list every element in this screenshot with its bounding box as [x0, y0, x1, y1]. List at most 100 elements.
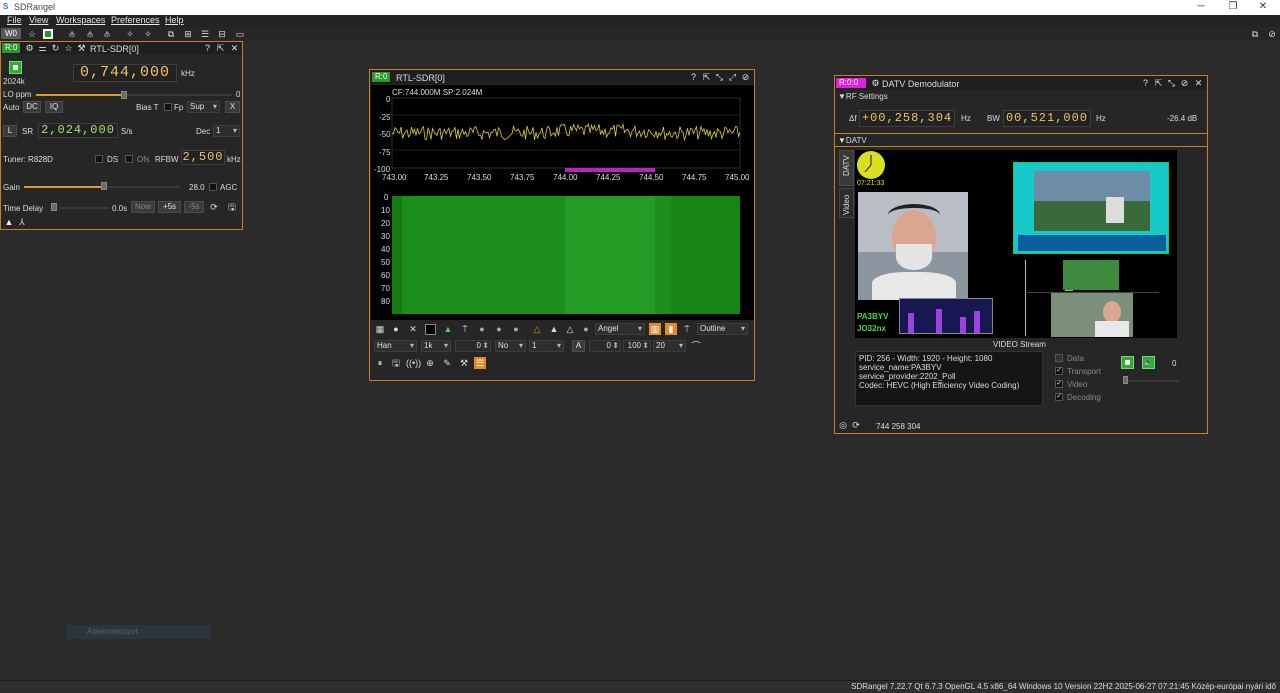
datv-section[interactable]: ▼DATV	[838, 136, 867, 145]
help-icon[interactable]: ?	[688, 71, 699, 83]
hide-icon[interactable]: ⊘	[1266, 28, 1278, 40]
tile-icon[interactable]: ⊞	[182, 28, 194, 40]
menu-preferences[interactable]: Preferences	[111, 15, 160, 25]
refresh-icon[interactable]: ⟳	[850, 419, 862, 431]
spectrum-plot[interactable]	[371, 85, 754, 320]
rf-settings-section[interactable]: ▼RF Settings	[838, 92, 888, 101]
sliders-icon[interactable]: ⚌	[37, 42, 48, 54]
overlap-spinbox[interactable]: 0	[455, 340, 491, 352]
device-select-icon[interactable]: ⅄	[16, 216, 28, 228]
pause-icon[interactable]: ⏸	[374, 357, 386, 369]
l-button[interactable]: L	[3, 125, 17, 137]
shrink-icon[interactable]: ⤡	[1166, 77, 1177, 89]
time-delay-knob[interactable]	[51, 203, 57, 211]
fps-select[interactable]: 20	[653, 340, 686, 352]
dock-icon[interactable]: ⧉	[1249, 28, 1261, 40]
save-icon[interactable]: 🖫	[390, 357, 402, 369]
menu-icon[interactable]: ☰	[474, 357, 486, 369]
help-icon[interactable]: ?	[1140, 77, 1151, 89]
device-icon[interactable]: ⚒	[76, 42, 87, 54]
add-rx-device-icon[interactable]: ⫛	[66, 28, 78, 40]
add-tx-device-icon[interactable]: ⫛	[84, 28, 96, 40]
tools-icon[interactable]: ⚒	[458, 357, 470, 369]
close-icon[interactable]: ✕	[229, 42, 240, 54]
dock-icon[interactable]: ⇱	[215, 42, 226, 54]
volume-knob[interactable]	[1123, 376, 1128, 384]
lo-ppm-knob[interactable]	[121, 91, 127, 99]
restore-button[interactable]: ❐	[1218, 0, 1248, 15]
window-select[interactable]: Han	[374, 340, 417, 352]
ds-checkbox[interactable]	[95, 155, 103, 163]
dot-icon[interactable]: ●	[493, 323, 505, 335]
gear-icon[interactable]: ⚙	[870, 77, 881, 89]
video-frame[interactable]: 07:21:33 PA3BYV JO32nx	[855, 150, 1177, 338]
color-swatch[interactable]	[425, 324, 436, 335]
gear-icon[interactable]: ⚙	[24, 42, 35, 54]
sup-select[interactable]: Sup	[187, 101, 220, 113]
plus-5s-button[interactable]: +5s	[158, 201, 181, 213]
menu-help[interactable]: Help	[165, 15, 184, 25]
rfbw-display[interactable]: 2,500	[181, 150, 225, 165]
bias-t-checkbox[interactable]	[164, 103, 172, 111]
device-badge[interactable]: R:0	[2, 43, 21, 53]
range-spinbox[interactable]: 100	[623, 340, 651, 352]
start-stop-icon[interactable]	[43, 29, 53, 39]
minus-5s-button[interactable]: -5s	[184, 201, 204, 213]
hide-icon[interactable]: ⊘	[740, 71, 751, 83]
add-feature-icon[interactable]: ✧	[124, 28, 136, 40]
star-icon[interactable]: ☆	[63, 42, 74, 54]
add-mimo-device-icon[interactable]: ⫛	[101, 28, 113, 40]
tab-video[interactable]: Video	[839, 188, 854, 218]
dot-icon[interactable]: ●	[476, 323, 488, 335]
ref-level-spinbox[interactable]: 0	[589, 340, 621, 352]
dock-icon[interactable]: ⇱	[1153, 77, 1164, 89]
ruler-icon[interactable]: ✎	[441, 357, 453, 369]
feature-presets-icon[interactable]: ✧	[142, 28, 154, 40]
menu-view[interactable]: View	[29, 15, 48, 25]
bandwidth-display[interactable]: 00,521,000	[1003, 110, 1091, 127]
dot-icon[interactable]: ●	[580, 323, 592, 335]
help-icon[interactable]: ?	[202, 42, 213, 54]
star-icon[interactable]: ☆	[26, 28, 38, 40]
grid-icon[interactable]: ▦	[374, 323, 386, 335]
sample-rate-display[interactable]: 2,024,000	[38, 123, 118, 138]
play-video-button[interactable]	[1121, 356, 1134, 369]
dc-button[interactable]: DC	[23, 101, 41, 113]
waterfall-toggle-icon[interactable]: ▥	[649, 323, 661, 335]
lock-icon[interactable]: ◎	[837, 419, 849, 431]
average-icon[interactable]: ▲	[548, 323, 560, 335]
spectrum-display[interactable]: CF:744.000M SP:2.024M 0 -25 -50 -75 -100…	[371, 85, 754, 320]
sync-icon[interactable]: ⟳	[208, 201, 220, 213]
close-window-button[interactable]: ✕	[1248, 0, 1278, 15]
dock-icon[interactable]: ⇱	[701, 71, 712, 83]
clear-icon[interactable]: ✕	[407, 323, 419, 335]
agc-checkbox[interactable]	[209, 183, 217, 191]
delta-f-display[interactable]: +00,258,304	[859, 110, 955, 127]
fft-size-select[interactable]: 1k	[421, 340, 451, 352]
cascade-icon[interactable]: ⧉	[165, 28, 177, 40]
hide-icon[interactable]: ⊘	[1179, 77, 1190, 89]
triangle-icon[interactable]: △	[564, 323, 576, 335]
auto-scale-button[interactable]: A	[572, 340, 585, 352]
peak-icon[interactable]: ▲	[442, 323, 454, 335]
gain-knob[interactable]	[100, 182, 107, 190]
iq-button[interactable]: IQ	[45, 101, 63, 113]
max-hold-icon[interactable]: △	[531, 323, 543, 335]
volume-slider[interactable]	[1123, 380, 1179, 382]
decimation-select[interactable]: 1	[213, 125, 240, 137]
maximize-workspace-icon[interactable]: ▭	[234, 28, 246, 40]
tab-datv[interactable]: DATV	[839, 150, 854, 186]
stack-icon[interactable]: ☰	[199, 28, 211, 40]
center-frequency-display[interactable]: 0,744,000	[73, 64, 177, 82]
curve-icon[interactable]: ⌒	[690, 340, 702, 352]
menu-file[interactable]: File	[7, 15, 22, 25]
averaging-mode-select[interactable]: No	[495, 340, 526, 352]
ofs-checkbox[interactable]	[125, 155, 133, 163]
device-badge[interactable]: R:0	[372, 72, 391, 82]
averaging-select[interactable]: 1	[529, 340, 564, 352]
audio-toggle-icon[interactable]: 🔈	[1142, 356, 1155, 369]
circle-icon[interactable]: ●	[390, 323, 402, 335]
start-acquisition-button[interactable]	[9, 61, 22, 74]
crosshair-icon[interactable]: ⊕	[424, 357, 436, 369]
workspace-badge[interactable]: W0	[1, 28, 21, 39]
